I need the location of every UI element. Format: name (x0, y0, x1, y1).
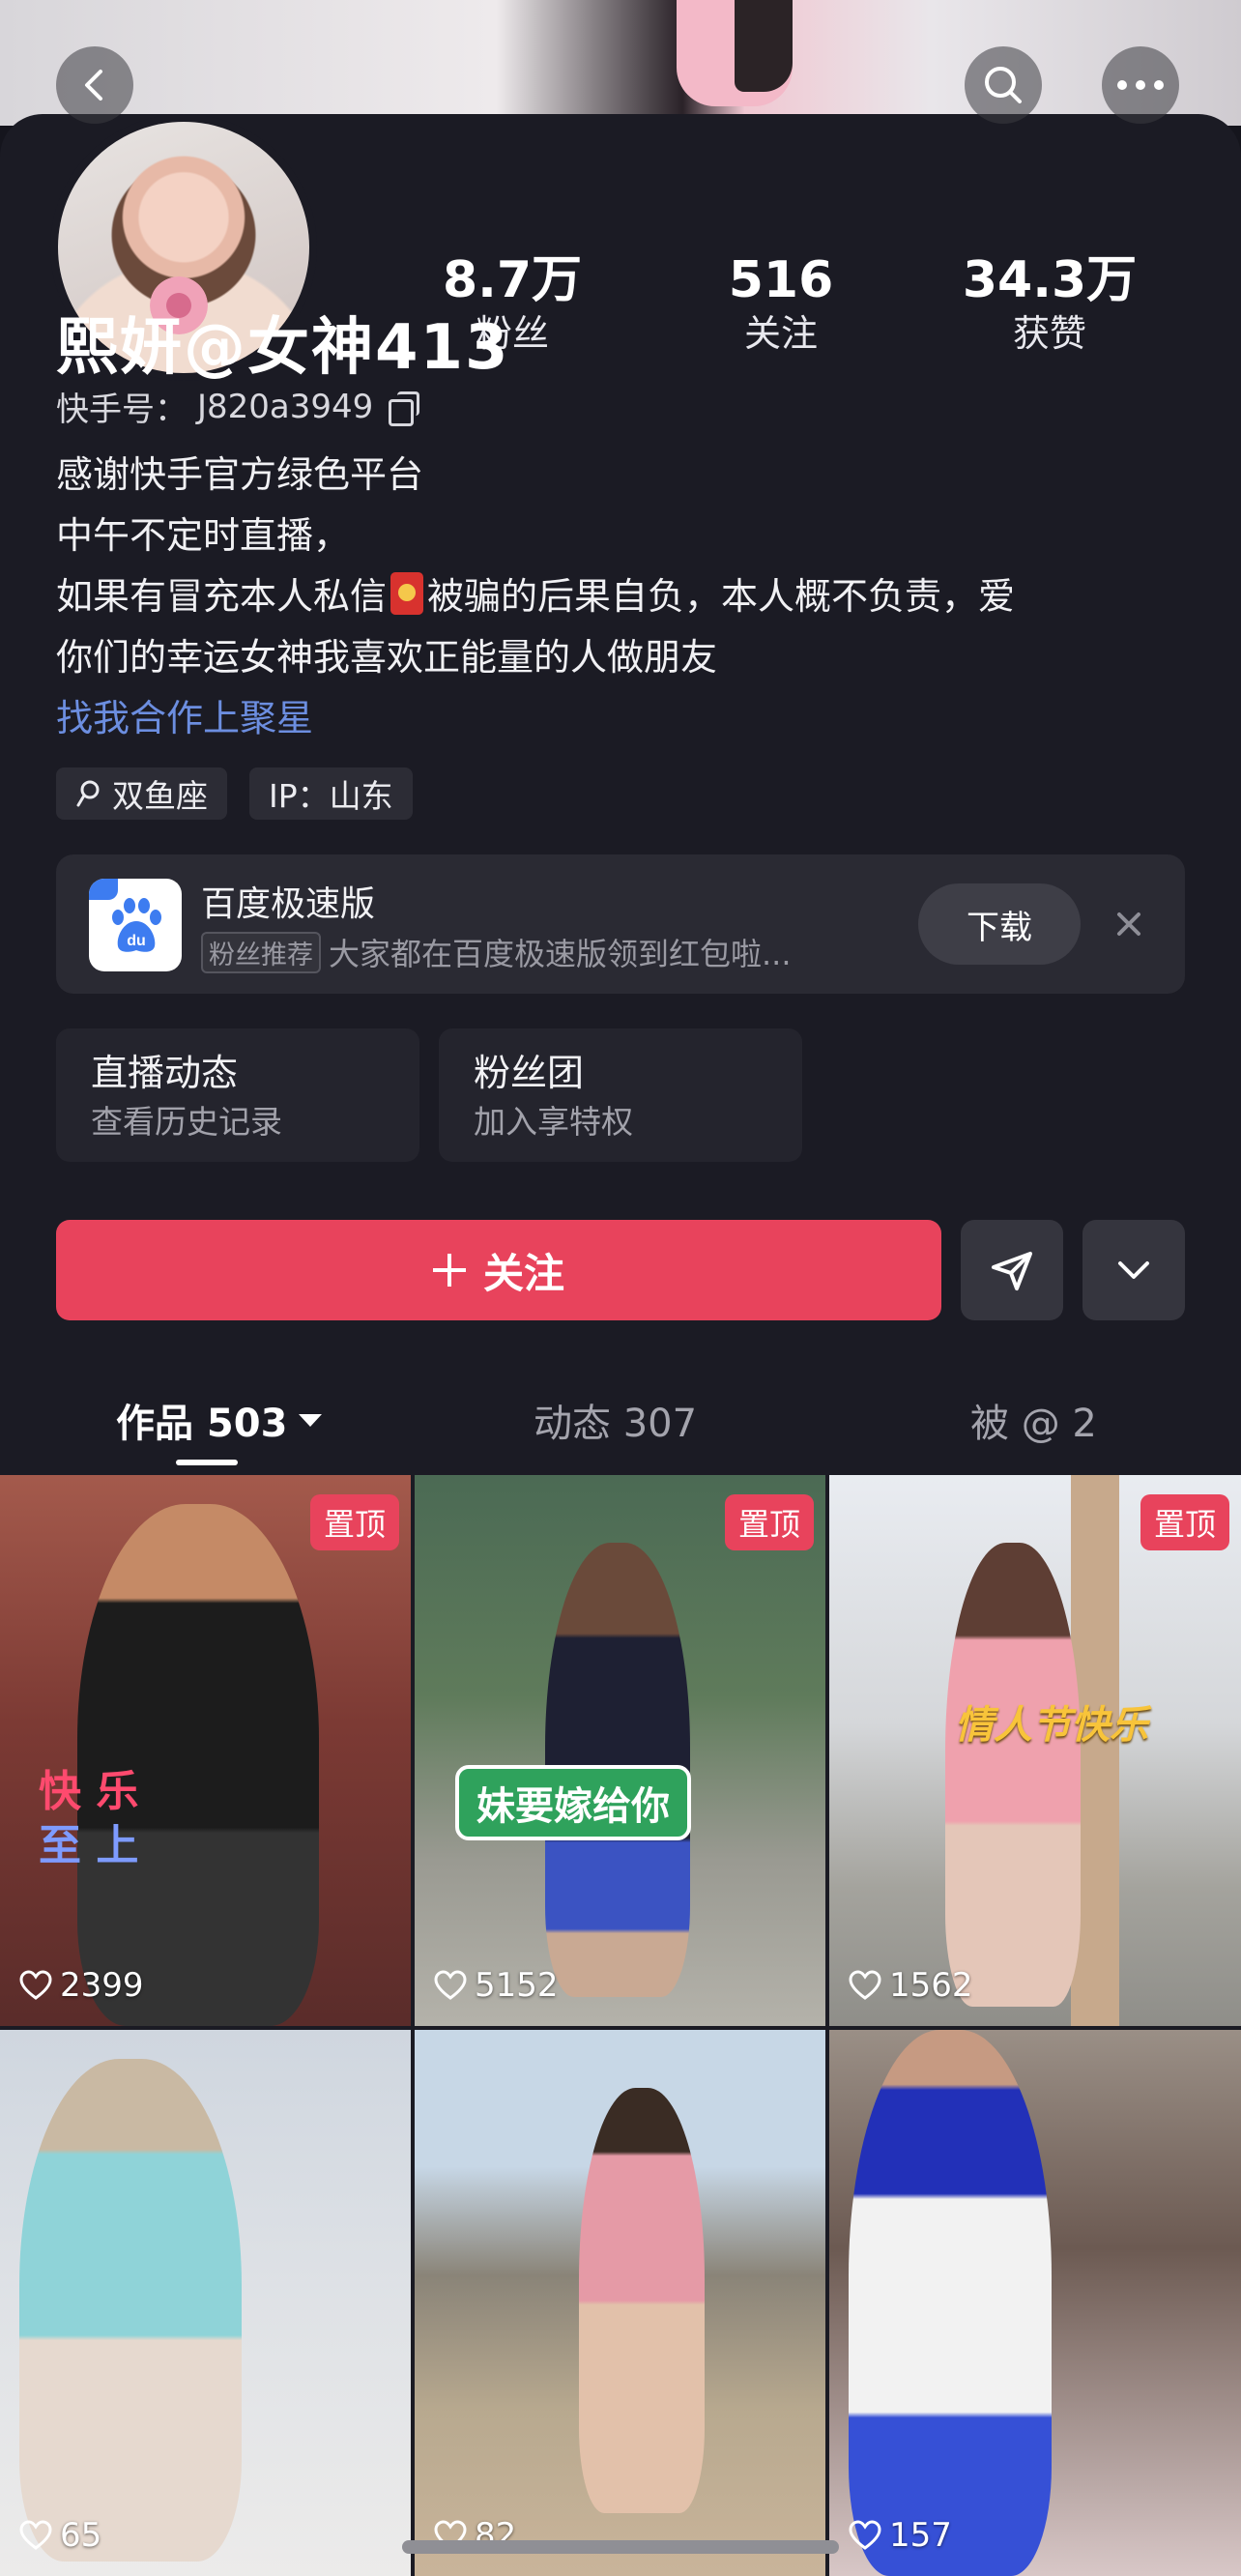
live-history-title: 直播动态 (91, 1052, 239, 1094)
chevron-left-icon (85, 70, 102, 101)
like-count-value: 157 (889, 2516, 952, 2555)
send-icon (992, 1252, 1032, 1290)
live-history-subtitle: 查看历史记录 (91, 1103, 282, 1141)
stat-likes-value: 34.3万 (962, 251, 1138, 309)
heart-icon (434, 1970, 467, 2000)
caret-down-icon (299, 1413, 323, 1427)
tag-ip-label: IP：山东 (269, 777, 393, 815)
like-count: 2399 (19, 1966, 144, 2005)
video-item[interactable]: 情人节快乐 置顶 1562 (829, 1475, 1241, 2026)
pinned-badge: 置顶 (724, 1494, 814, 1550)
kuaishou-id[interactable]: 快手号： J820a3949 (56, 383, 420, 430)
heart-icon (849, 2520, 881, 2550)
tab-indicator (176, 1460, 238, 1465)
video-item[interactable]: 妹要嫁给你 置顶 5152 (415, 1475, 825, 2026)
more-icon (1117, 80, 1164, 90)
like-count: 5152 (434, 1966, 559, 2005)
video-caption: 快 乐 至 上 (39, 1765, 138, 1873)
profile-name: 熙妍@女神413 (56, 312, 510, 384)
ad-title: 百度极速版 (201, 884, 376, 924)
stat-likes-label: 获赞 (1012, 312, 1086, 355)
heart-icon (19, 2520, 52, 2550)
caption-char: 快 (39, 1767, 81, 1816)
like-count-value: 5152 (475, 1966, 559, 2005)
like-count-value: 65 (60, 2516, 102, 2555)
chevron-down-icon (1118, 1261, 1149, 1279)
close-icon[interactable] (1108, 903, 1150, 945)
more-button[interactable] (1102, 46, 1179, 124)
pinned-badge: 置顶 (309, 1494, 399, 1550)
fan-club-title: 粉丝团 (474, 1052, 585, 1094)
heart-icon (849, 1970, 881, 2000)
pinned-badge: 置顶 (1140, 1494, 1229, 1550)
like-count-value: 1562 (889, 1966, 973, 2005)
caption-char: 至 (39, 1821, 81, 1870)
stat-following-label: 关注 (743, 312, 818, 355)
bio-line: 感谢快手官方绿色平台 (56, 453, 424, 496)
tab-dynamic[interactable]: 动态 307 (534, 1392, 697, 1448)
video-caption: 情人节快乐 (955, 1703, 1148, 1748)
video-caption: 妹要嫁给你 (455, 1765, 691, 1840)
back-button[interactable] (56, 46, 133, 124)
ad-subtitle: 粉丝推荐 大家都在百度极速版领到红包啦... (201, 930, 936, 974)
heart-icon (19, 1970, 52, 2000)
stat-likes[interactable]: 34.3万 获赞 (953, 251, 1146, 358)
tag-ip: IP：山东 (249, 767, 413, 820)
tab-mentions[interactable]: 被 @ 2 (970, 1392, 1097, 1448)
bio-line-part: 如果有冒充本人私信 (56, 575, 388, 618)
live-history-entry[interactable]: 直播动态 查看历史记录 (56, 1028, 419, 1162)
tab-works-label: 作品 503 (116, 1402, 288, 1446)
kuaishou-id-value: J820a3949 (197, 387, 374, 426)
more-actions-button[interactable] (1082, 1220, 1185, 1320)
cover-image (0, 0, 1241, 126)
red-packet-icon (390, 572, 424, 615)
home-indicator (402, 2540, 839, 2554)
baidu-app-icon: du (89, 879, 182, 971)
fan-club-subtitle: 加入享特权 (474, 1103, 633, 1141)
caption-char: 乐 (96, 1767, 139, 1816)
search-icon (985, 67, 1022, 103)
ad-text: 大家都在百度极速版领到红包啦... (329, 936, 792, 972)
baidu-logo-text: du (127, 933, 146, 949)
message-button[interactable] (961, 1220, 1063, 1320)
download-button[interactable]: 下载 (918, 883, 1081, 965)
video-grid: 快 乐 至 上 置顶 2399 妹要嫁给你 置顶 5152 情人节快乐 置顶 1… (0, 1475, 1241, 2576)
zodiac-icon (76, 780, 100, 807)
bio-line: 如果有冒充本人私信 被骗的后果自负，本人概不负责，爱 (56, 566, 1197, 627)
video-item[interactable]: 82 (415, 2030, 825, 2576)
bio-line-part: 被骗的后果自负，本人概不负责，爱 (427, 575, 1016, 618)
content-tabs: 作品 503 动态 307 被 @ 2 (0, 1373, 1241, 1469)
tag-zodiac: 双鱼座 (56, 767, 227, 820)
ad-badge: 粉丝推荐 (201, 931, 321, 973)
bio-line: 中午不定时直播， (56, 514, 351, 557)
follow-label: 关注 (482, 1249, 564, 1297)
ad-banner[interactable]: du 百度极速版 粉丝推荐 大家都在百度极速版领到红包啦... 下载 (56, 854, 1185, 994)
video-item[interactable]: 65 (0, 2030, 411, 2576)
like-count: 1562 (849, 1966, 973, 2005)
like-count-value: 2399 (60, 1966, 144, 2005)
fan-club-entry[interactable]: 粉丝团 加入享特权 (439, 1028, 802, 1162)
cooperate-link[interactable]: 找我合作上聚星 (56, 688, 313, 741)
tab-works[interactable]: 作品 503 (116, 1392, 323, 1448)
stat-following-value: 516 (728, 251, 834, 309)
like-count: 65 (19, 2516, 101, 2555)
like-count: 157 (849, 2516, 952, 2555)
bio: 感谢快手官方绿色平台 中午不定时直播， 如果有冒充本人私信 被骗的后果自负，本人概… (56, 445, 1197, 688)
tag-zodiac-label: 双鱼座 (112, 777, 208, 815)
video-item[interactable]: 快 乐 至 上 置顶 2399 (0, 1475, 411, 2026)
copy-icon[interactable] (389, 391, 420, 426)
kuaishou-id-label: 快手号： (56, 391, 188, 429)
caption-char: 上 (96, 1821, 139, 1870)
bio-line: 你们的幸运女神我喜欢正能量的人做朋友 (56, 636, 718, 679)
follow-button[interactable]: 关注 (56, 1220, 941, 1320)
stat-following[interactable]: 516 关注 (684, 251, 878, 358)
video-item[interactable]: 157 (829, 2030, 1241, 2576)
plus-icon (432, 1254, 466, 1287)
search-button[interactable] (965, 46, 1042, 124)
